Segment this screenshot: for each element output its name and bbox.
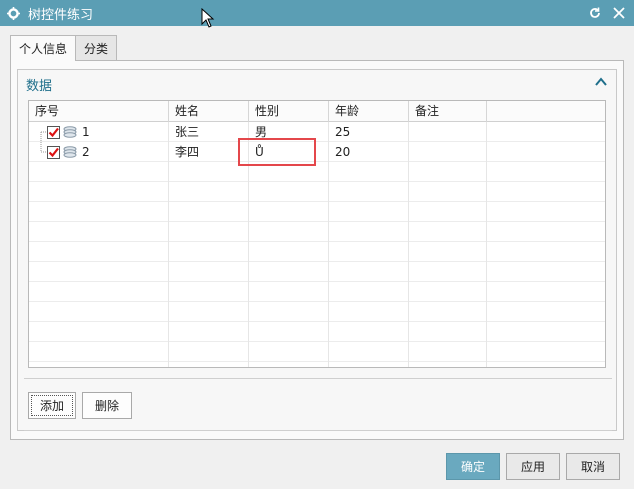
node-id: 2 [82,145,90,159]
cell-note[interactable] [409,142,487,162]
close-icon[interactable] [610,4,628,22]
tab-label: 分类 [84,41,109,56]
column-header-filler [487,101,605,122]
tab-strip: 个人信息 分类 [10,35,118,61]
divider [24,430,612,431]
divider [24,378,612,379]
tree-node-cell[interactable]: 1 [29,122,169,142]
tree-node-cell[interactable]: 2 [29,142,169,162]
empty-row [29,362,605,367]
checkbox-checked-icon[interactable] [47,145,60,159]
cancel-button[interactable]: 取消 [566,453,620,480]
reset-icon[interactable] [586,4,604,22]
empty-row [29,202,605,222]
cell-note[interactable] [409,122,487,142]
tab-label: 个人信息 [19,42,68,56]
column-header-note[interactable]: 备注 [409,101,487,122]
delete-button[interactable]: 删除 [82,392,132,419]
table-row[interactable]: 1 张三 男 25 [29,122,605,142]
empty-row [29,322,605,342]
cell-name[interactable]: 李四 [169,142,249,162]
cell-edit-highlight[interactable] [238,138,316,166]
cell-age[interactable]: 20 [329,142,409,162]
empty-row [29,222,605,242]
tab-personal-info[interactable]: 个人信息 [10,35,77,61]
column-header-id[interactable]: 序号 [29,101,169,122]
column-header-name[interactable]: 姓名 [169,101,249,122]
column-header-gender[interactable]: 性别 [249,101,329,122]
cell-filler [487,122,605,142]
column-header-age[interactable]: 年龄 [329,101,409,122]
empty-row [29,162,605,182]
stack-icon [63,126,77,138]
add-button[interactable]: 添加 [28,392,76,419]
table-row[interactable]: 2 李四 Ů 20 [29,142,605,162]
tree-connector [35,122,47,142]
empty-row [29,182,605,202]
group-header[interactable]: 数据 [18,70,616,96]
cell-filler [487,142,605,162]
node-id: 1 [82,125,90,139]
mouse-cursor-icon [201,8,215,28]
apply-button[interactable]: 应用 [506,453,560,480]
stack-icon [63,146,77,158]
tree-connector [35,142,47,162]
empty-row [29,282,605,302]
tab-category[interactable]: 分类 [75,35,118,60]
tree-table[interactable]: 序号 姓名 性别 年龄 备注 1 张三 男 25 2 李四 Ů 20 [28,100,606,368]
group-title: 数据 [26,79,53,94]
chevron-up-icon[interactable] [594,75,608,89]
data-group: 数据 序号 姓名 性别 年龄 备注 1 张三 男 25 2 李四 Ů 20 添加… [17,69,617,431]
empty-row [29,302,605,322]
tree-header: 序号 姓名 性别 年龄 备注 [29,101,605,122]
tab-panel: 数据 序号 姓名 性别 年龄 备注 1 张三 男 25 2 李四 Ů 20 添加… [10,60,624,440]
empty-row [29,262,605,282]
ok-button[interactable]: 确定 [446,453,500,480]
empty-row [29,242,605,262]
gear-icon [6,6,20,20]
cell-age[interactable]: 25 [329,122,409,142]
cell-name[interactable]: 张三 [169,122,249,142]
empty-row [29,342,605,362]
checkbox-checked-icon[interactable] [47,125,60,139]
window-title: 树控件练习 [28,7,94,23]
title-bar: 树控件练习 [0,0,634,26]
